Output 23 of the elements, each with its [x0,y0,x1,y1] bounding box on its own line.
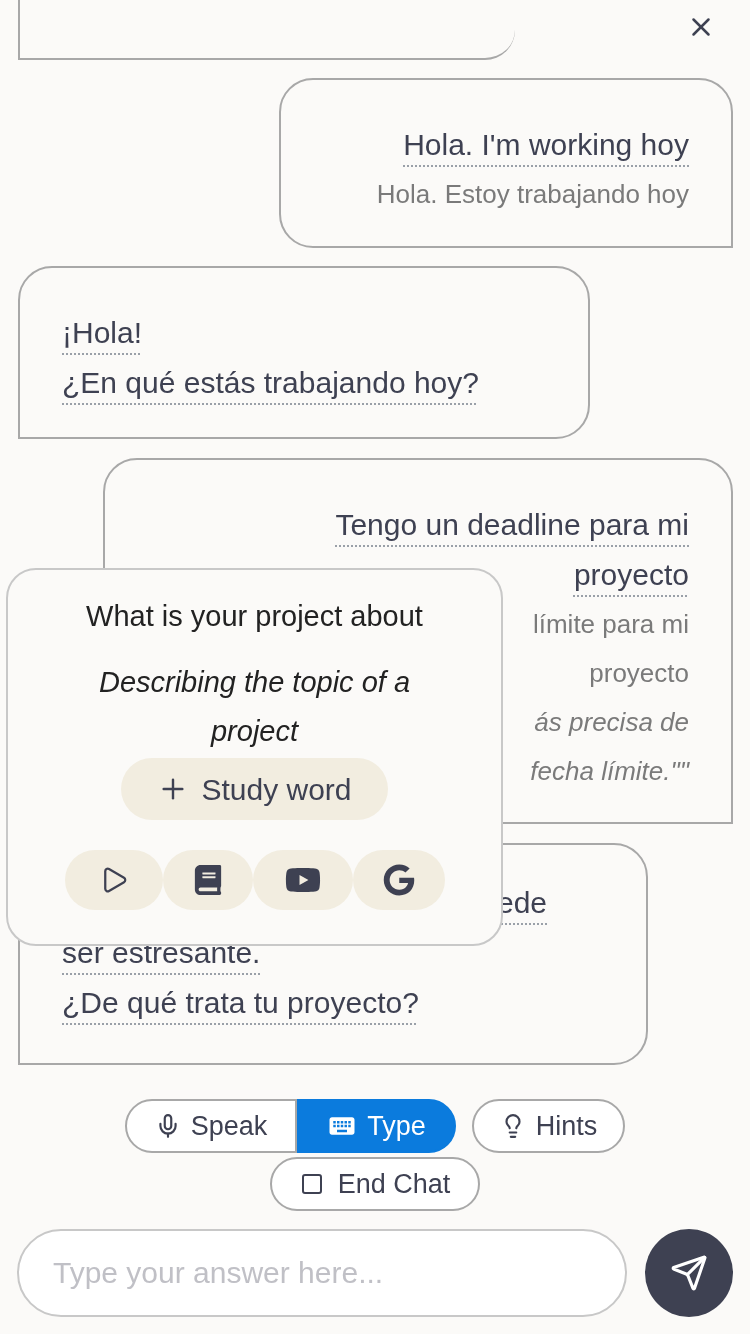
book-icon [192,865,223,895]
send-icon [670,1254,708,1292]
note-text: ás precisa de [534,706,689,739]
message-text[interactable]: Hola. I'm working hoy [403,120,689,170]
translation-text: proyecto [589,657,689,690]
message-text[interactable]: ¿De qué trata tu proyecto? [62,981,419,1025]
hints-button[interactable]: Hints [471,1099,626,1153]
popup-subtitle: Describing the topic of a project [97,665,412,749]
message-text[interactable]: proyecto [573,550,689,600]
popup-title: What is your project about [86,599,423,634]
translation-text: límite para mi [532,608,689,641]
message-text[interactable]: ¡Hola! [62,308,143,358]
study-word-button[interactable]: Study word [121,758,388,820]
square-icon [299,1172,324,1196]
mode-tab[interactable]: Speak [124,1099,298,1153]
answer-input[interactable]: Type your answer here... [17,1229,627,1317]
g-letter-icon [382,864,415,896]
message-text[interactable]: Tengo un deadline para mi [335,500,689,550]
mode-tab[interactable]: Type [297,1099,456,1153]
end-chat-button[interactable]: End Chat [269,1157,481,1211]
note-text: fecha límite."" [530,755,689,788]
message-text[interactable]: ¿En qué estás trabajando hoy? [62,358,479,408]
translation-text: Hola. Estoy trabajando hoy [376,178,689,211]
